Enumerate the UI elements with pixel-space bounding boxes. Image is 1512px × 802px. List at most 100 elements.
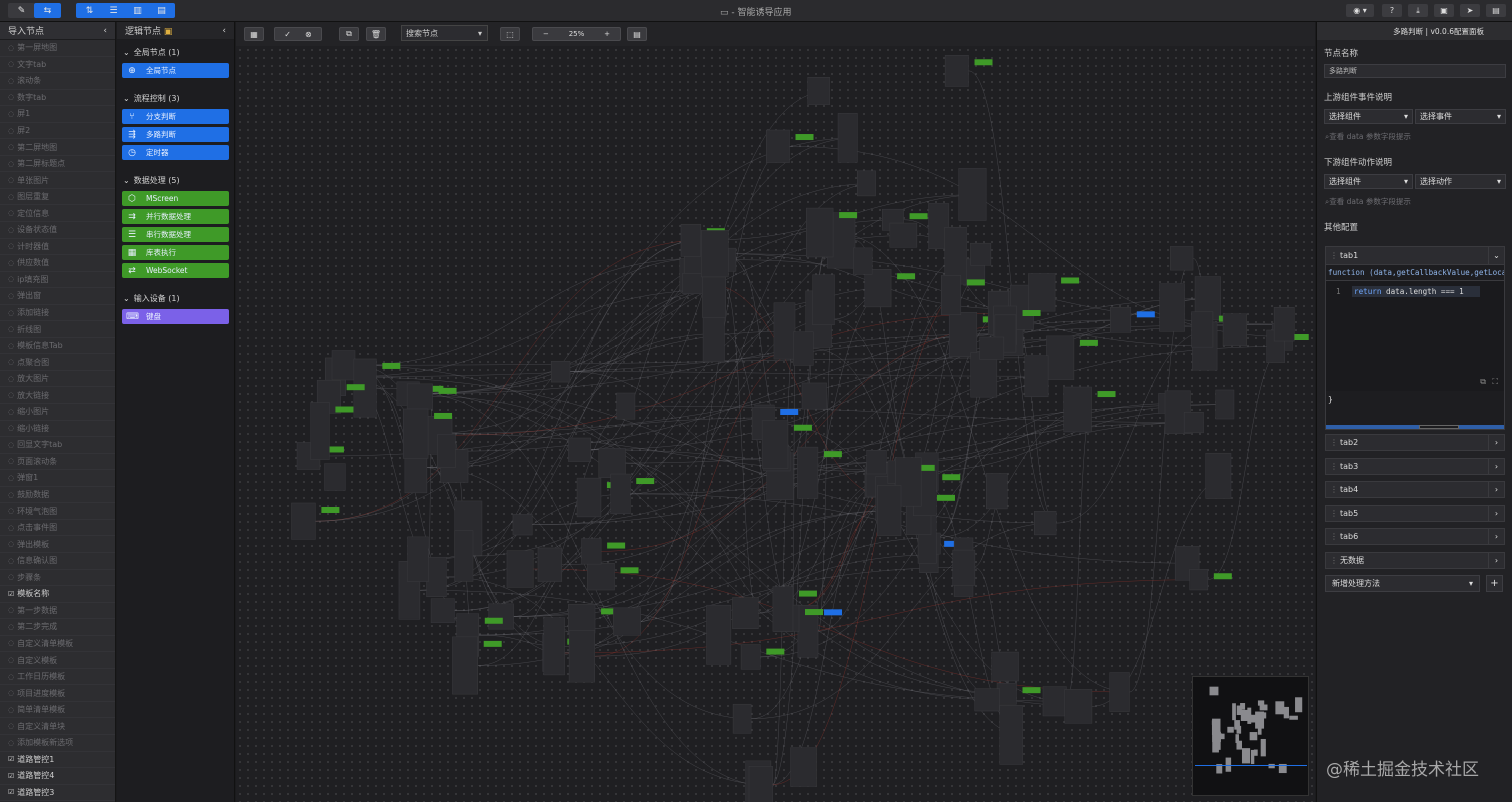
import-item[interactable]: ◌ 文字tab (0, 56, 115, 74)
logic-node[interactable]: ▦ 库表执行 (122, 245, 229, 260)
graph-node[interactable] (613, 607, 641, 636)
graph-node[interactable] (436, 434, 456, 468)
process-node[interactable] (1136, 311, 1155, 318)
graph-node[interactable] (748, 765, 773, 802)
import-item[interactable]: ◌ 模板信息Tab (0, 337, 115, 355)
logic-node[interactable]: ◷ 定时器 (122, 145, 229, 160)
graph-node[interactable] (402, 408, 429, 459)
process-node[interactable] (1097, 391, 1116, 398)
graph-node[interactable] (806, 207, 834, 258)
graph-node[interactable] (1028, 273, 1056, 312)
tab-row[interactable]: ⋮ tab6 › (1325, 528, 1505, 546)
download-icon[interactable]: ⤓ (1408, 4, 1428, 17)
process-node[interactable] (483, 640, 502, 647)
logic-node[interactable]: ⬡ MScreen (122, 191, 229, 206)
import-item[interactable]: ◌ 页面滚动条 (0, 453, 115, 471)
publish-icon[interactable]: ➤ (1460, 4, 1480, 17)
process-node[interactable] (382, 362, 401, 369)
graph-node[interactable] (430, 598, 455, 623)
import-item[interactable]: ☑ 道路管控4 (0, 768, 115, 785)
process-node[interactable] (909, 213, 928, 220)
graph-node[interactable] (1034, 511, 1057, 536)
import-item[interactable]: ◌ 第二屏标题点 (0, 155, 115, 173)
process-node[interactable] (823, 451, 842, 458)
logic-node[interactable]: ⌨ 键盘 (122, 309, 229, 324)
tab-row[interactable]: ⋮ tab2 › (1325, 434, 1505, 451)
import-item[interactable]: ◌ 数字tab (0, 89, 115, 107)
save-icon[interactable]: ▤ (1486, 4, 1506, 17)
graph-node[interactable] (1063, 386, 1092, 433)
graph-node[interactable] (331, 350, 356, 381)
import-item[interactable]: ◌ 滚动条 (0, 73, 115, 90)
logic-group-header[interactable]: ⌄ 全局节点 (1) (117, 44, 234, 60)
add-method-button[interactable]: + (1486, 575, 1503, 592)
graph-node[interactable] (793, 331, 814, 366)
graph-node[interactable] (979, 336, 1005, 360)
graph-node[interactable] (991, 651, 1019, 682)
import-item[interactable]: ◌ 步骤条 (0, 569, 115, 587)
process-node[interactable] (1213, 573, 1232, 580)
import-item[interactable]: ◌ 弹出窗 (0, 288, 115, 305)
layout-tree-icon[interactable]: ⇅ (76, 3, 103, 18)
tab-row[interactable]: ⋮ tab4 › (1325, 481, 1505, 499)
graph-node[interactable] (853, 247, 873, 275)
chevron-right-icon[interactable]: › (1488, 458, 1504, 474)
graph-node[interactable] (488, 603, 514, 630)
add-method-select[interactable]: 新增处理方法 ▾ (1325, 575, 1480, 592)
graph-node[interactable] (889, 222, 918, 248)
process-node[interactable] (804, 609, 823, 616)
process-node[interactable] (839, 212, 858, 219)
graph-node[interactable] (1042, 686, 1067, 717)
collapse-icon[interactable]: ‹ (103, 26, 107, 36)
graph-node[interactable] (587, 563, 615, 591)
process-node[interactable] (793, 424, 812, 431)
process-node[interactable] (607, 542, 626, 549)
drag-handle-icon[interactable]: ⋮ (1330, 462, 1338, 471)
graph-node[interactable] (452, 636, 478, 695)
import-item[interactable]: ◌ 放大链接 (0, 387, 115, 405)
graph-node[interactable] (812, 274, 835, 326)
graph-node[interactable] (1215, 389, 1235, 420)
search-node-select[interactable]: 搜索节点 ▾ (401, 25, 488, 41)
graph-node[interactable] (866, 449, 887, 475)
process-node[interactable] (798, 590, 817, 597)
graph-node[interactable] (324, 463, 346, 491)
graph-node[interactable] (948, 312, 978, 357)
logic-node[interactable]: ⇄ WebSocket (122, 263, 229, 278)
import-item[interactable]: ◌ 鼓励数据 (0, 486, 115, 504)
cancel-icon[interactable]: ⊗ (305, 30, 312, 39)
import-item[interactable]: ◌ 项目进度模板 (0, 685, 115, 702)
import-item[interactable]: ◌ 计时器值 (0, 238, 115, 256)
import-item[interactable]: ◌ 图层重复 (0, 188, 115, 206)
graph-node[interactable] (454, 530, 474, 582)
logic-node[interactable]: ☰ 串行数据处理 (122, 227, 229, 242)
import-item[interactable]: ◌ 回显文字tab (0, 437, 115, 454)
graph-node[interactable] (1064, 689, 1093, 724)
grid-icon[interactable]: ▦ (244, 27, 264, 41)
graph-node[interactable] (310, 402, 330, 460)
graph-node[interactable] (807, 77, 830, 105)
graph-node[interactable] (543, 617, 565, 676)
graph-node[interactable] (999, 705, 1023, 765)
graph-node[interactable] (701, 230, 729, 278)
import-item[interactable]: ◌ 信息确认图 (0, 552, 115, 570)
graph-node[interactable] (506, 550, 534, 588)
process-node[interactable] (795, 134, 814, 141)
import-item[interactable]: ◌ 第二步完成 (0, 619, 115, 636)
graph-node[interactable] (740, 644, 761, 670)
import-item[interactable]: ◌ 自定义清单模板 (0, 635, 115, 653)
import-item[interactable]: ◌ 添加链接 (0, 304, 115, 322)
import-item[interactable]: ◌ 单张图片 (0, 172, 115, 189)
graph-node[interactable] (1110, 307, 1132, 333)
document-icon[interactable]: ▤ (627, 27, 647, 41)
process-node[interactable] (766, 648, 785, 655)
process-node[interactable] (1022, 687, 1041, 694)
graph-node[interactable] (944, 55, 969, 87)
node-graph[interactable] (236, 46, 1315, 802)
import-item[interactable]: ◌ 工作日历模板 (0, 668, 115, 686)
layout-rows-icon[interactable]: ▤ (148, 3, 175, 18)
camera-icon[interactable]: ◉ ▾ (1346, 4, 1374, 17)
graph-node[interactable] (857, 170, 876, 197)
drag-handle-icon[interactable]: ⋮ (1330, 532, 1338, 541)
graph-node[interactable] (772, 586, 794, 632)
